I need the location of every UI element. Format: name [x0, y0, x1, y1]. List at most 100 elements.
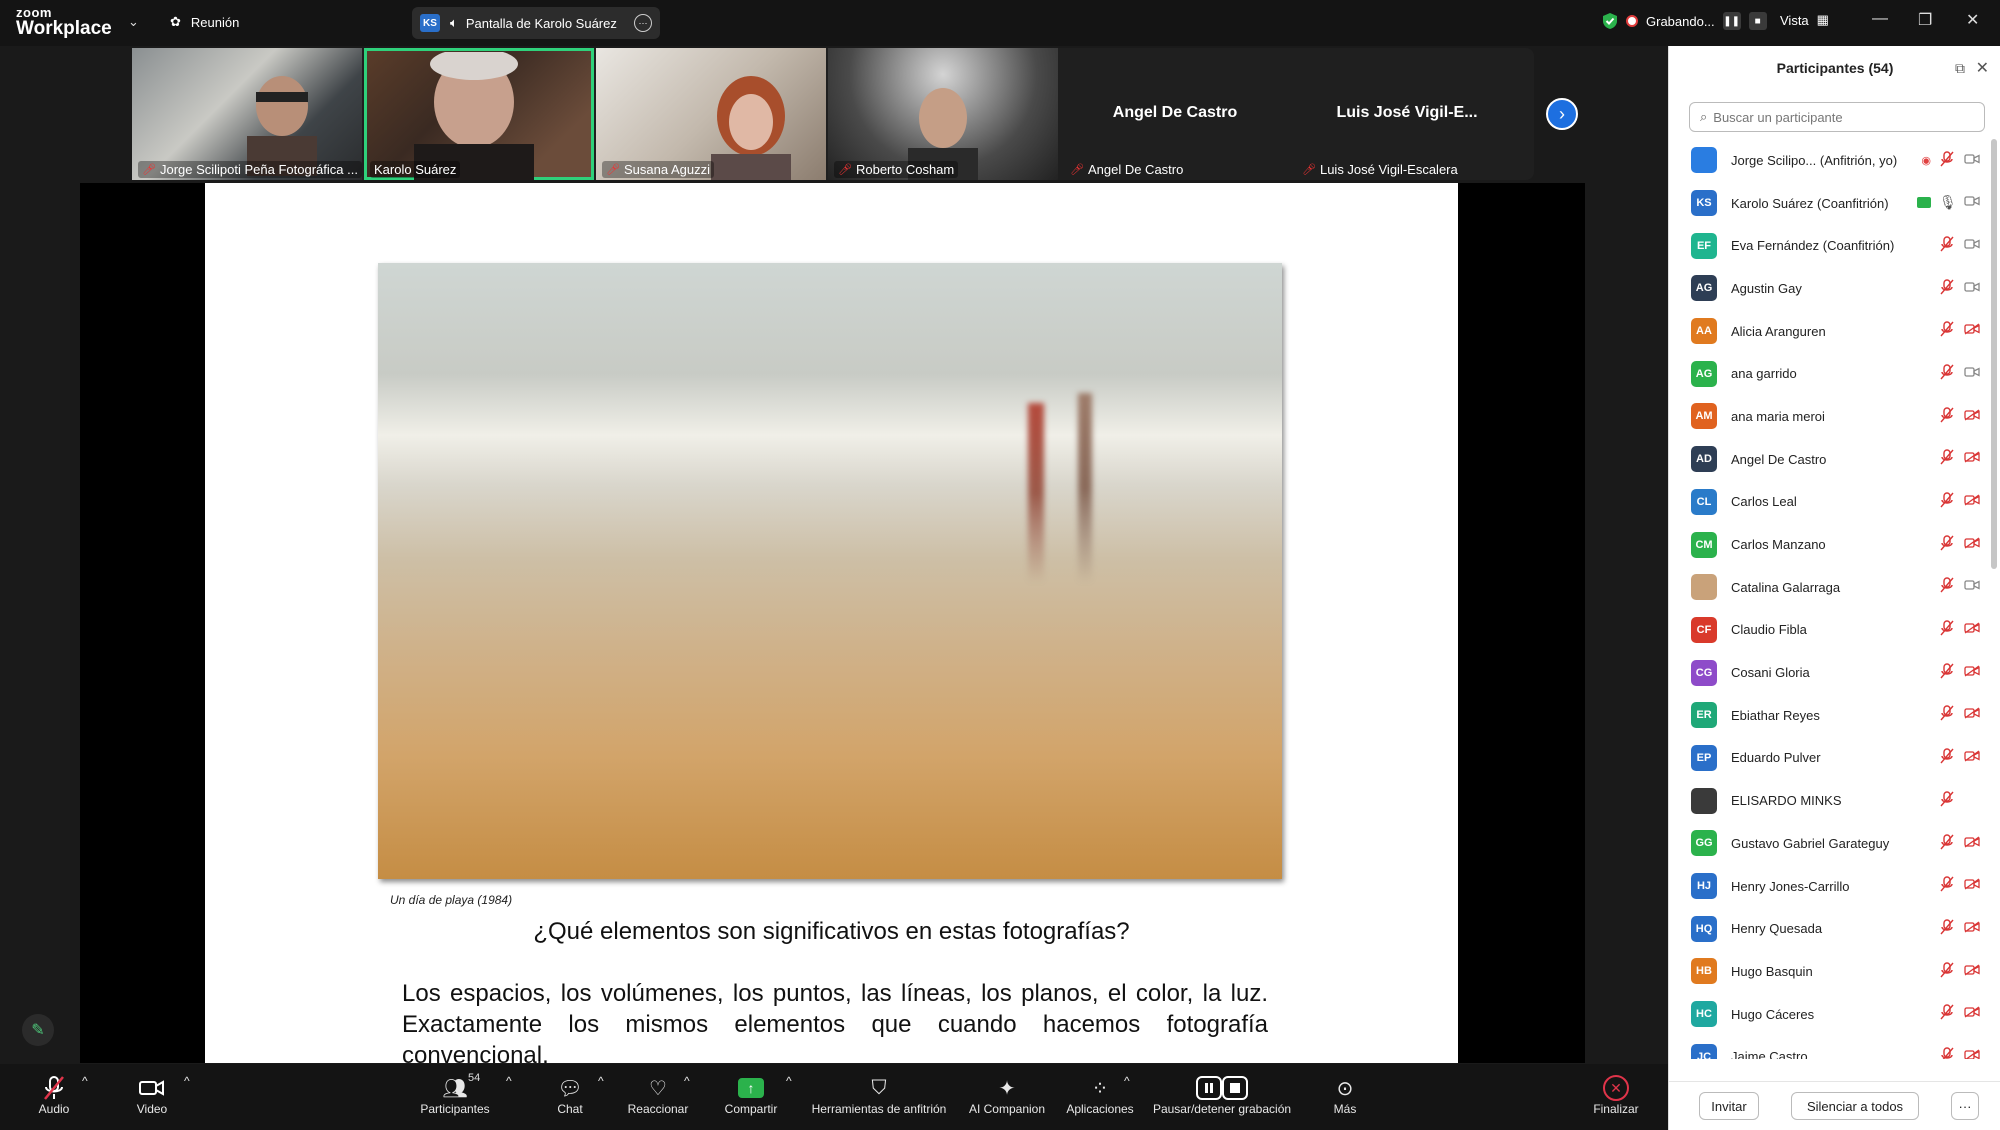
stop-recording-icon[interactable]: ■	[1748, 12, 1767, 30]
mic-muted-icon[interactable]	[1939, 833, 1955, 853]
react-caret-icon[interactable]: ^	[684, 1074, 690, 1088]
mic-muted-icon[interactable]	[1939, 406, 1955, 426]
video-tile-2-active-speaker[interactable]: Karolo Suárez	[364, 48, 594, 180]
video-tile-5[interactable]: Angel De Castro 🎤︎ Angel De Castro	[1060, 48, 1290, 180]
view-menu[interactable]: Vista ▦	[1780, 12, 1829, 28]
mic-muted-icon[interactable]	[1939, 577, 1955, 596]
video-button[interactable]: Video	[130, 1074, 174, 1116]
mic-muted-icon[interactable]	[1939, 364, 1955, 383]
more-options-icon[interactable]: ···	[634, 14, 652, 32]
screen-share-indicator[interactable]: KS 🔈︎ Pantalla de Karolo Suárez ···	[412, 7, 660, 39]
camera-on-icon[interactable]	[1963, 579, 1981, 594]
participant-row[interactable]: HJ Henry Jones-Carrillo	[1669, 865, 1981, 908]
mic-muted-icon[interactable]	[1939, 1004, 1955, 1023]
chevron-down-icon[interactable]: ⌄	[128, 14, 139, 30]
video-tile-4[interactable]: 🎤︎ Roberto Cosham	[828, 48, 1058, 180]
participant-row[interactable]: ER Ebiathar Reyes	[1669, 694, 1981, 737]
audio-options-caret-icon[interactable]: ^	[82, 1074, 88, 1088]
mic-muted-icon[interactable]	[1939, 321, 1955, 340]
react-button[interactable]: ♡ Reaccionar	[624, 1074, 692, 1117]
next-page-icon[interactable]: ›	[1546, 98, 1578, 130]
camera-on-icon[interactable]	[1963, 281, 1981, 296]
mic-on-icon[interactable]: 🎙︎	[1939, 194, 1957, 211]
participant-row[interactable]: CM Carlos Manzano	[1669, 523, 1981, 566]
camera-off-icon[interactable]	[1963, 750, 1981, 765]
camera-off-icon[interactable]	[1963, 1006, 1981, 1021]
pop-out-icon[interactable]: ⧉	[1955, 60, 1965, 77]
camera-on-icon[interactable]	[1963, 153, 1981, 168]
participant-row[interactable]: KS Karolo Suárez (Coanfitrión) 🎙︎	[1669, 182, 1981, 225]
camera-off-icon[interactable]	[1963, 835, 1981, 851]
chat-button[interactable]: 💬︎ Chat	[550, 1074, 590, 1117]
participant-row[interactable]: HB Hugo Basquin	[1669, 950, 1981, 993]
camera-off-icon[interactable]	[1963, 451, 1981, 466]
restore-icon[interactable]: ❐	[1918, 10, 1932, 30]
camera-off-icon[interactable]	[1963, 921, 1981, 936]
camera-off-icon[interactable]	[1963, 622, 1981, 637]
mic-muted-icon[interactable]	[1939, 791, 1955, 810]
camera-off-icon[interactable]	[1963, 494, 1981, 509]
participants-button[interactable]: 👥︎ 54 Participantes	[410, 1072, 500, 1116]
participant-row[interactable]: EP Eduardo Pulver	[1669, 737, 1981, 780]
participant-row[interactable]: AM ana maria meroi	[1669, 395, 1981, 438]
meeting-info[interactable]: ✿ Reunión	[170, 14, 239, 30]
more-options-button[interactable]: ···	[1951, 1092, 1979, 1120]
zoom-workplace-logo[interactable]: zoom Workplace	[16, 6, 112, 38]
pause-stop-recording-button[interactable]: Pausar/detener grabación	[1148, 1074, 1296, 1116]
camera-on-icon[interactable]	[1963, 238, 1981, 253]
camera-off-icon[interactable]	[1963, 537, 1981, 552]
share-caret-icon[interactable]: ^	[786, 1074, 792, 1088]
participant-row[interactable]: ELISARDO MINKS	[1669, 779, 1981, 822]
participant-row[interactable]: HC Hugo Cáceres	[1669, 993, 1981, 1036]
participant-row[interactable]: GG Gustavo Gabriel Garateguy	[1669, 822, 1981, 865]
camera-off-icon[interactable]	[1963, 707, 1981, 722]
ai-companion-button[interactable]: ✦ AI Companion	[964, 1074, 1050, 1117]
camera-off-icon[interactable]	[1963, 665, 1981, 680]
mic-muted-icon[interactable]	[1939, 705, 1955, 724]
participant-row[interactable]: Jorge Scilipo... (Anfitrión, yo) ◉	[1669, 139, 1981, 182]
camera-on-icon[interactable]	[1963, 366, 1981, 381]
mic-muted-icon[interactable]	[1939, 961, 1955, 981]
audio-button[interactable]: Audio	[34, 1074, 74, 1116]
video-tile-1[interactable]: 🎤︎ Jorge Scilipoti Peña Fotográfica ...	[132, 48, 362, 180]
participants-caret-icon[interactable]: ^	[506, 1074, 512, 1088]
participant-row[interactable]: JC Jaime Castro	[1669, 1035, 1981, 1059]
share-screen-button[interactable]: ↑ Compartir	[718, 1074, 784, 1116]
pause-recording-icon[interactable]: ❚❚	[1722, 12, 1741, 30]
mic-muted-icon[interactable]	[1939, 748, 1955, 767]
camera-on-icon[interactable]	[1963, 195, 1981, 210]
participant-row[interactable]: CL Carlos Leal	[1669, 481, 1981, 524]
video-tile-6[interactable]: Luis José Vigil-E... 🎤︎ Luis José Vigil-E…	[1292, 48, 1522, 180]
close-panel-icon[interactable]: ✕	[1976, 58, 1989, 78]
participant-row[interactable]: CG Cosani Gloria	[1669, 651, 1981, 694]
mic-muted-icon[interactable]	[1939, 663, 1955, 682]
camera-off-icon[interactable]	[1963, 964, 1981, 979]
mic-muted-icon[interactable]	[1939, 236, 1955, 255]
host-tools-button[interactable]: ⛉ Herramientas de anfitrión	[808, 1074, 950, 1117]
mic-muted-icon[interactable]	[1939, 620, 1955, 639]
minimize-icon[interactable]: —	[1872, 10, 1888, 28]
camera-off-icon[interactable]	[1963, 409, 1981, 424]
mic-muted-icon[interactable]	[1939, 876, 1955, 895]
participant-row[interactable]: Catalina Galarraga	[1669, 566, 1981, 609]
video-options-caret-icon[interactable]: ^	[184, 1074, 190, 1088]
mute-all-button[interactable]: Silenciar a todos	[1791, 1092, 1919, 1120]
more-button[interactable]: ⊙ Más	[1326, 1074, 1364, 1117]
participant-search-input[interactable]: ⌕ Buscar un participante	[1689, 102, 1985, 132]
video-tile-3[interactable]: 🎤︎ Susana Aguzzi	[596, 48, 826, 180]
mic-muted-icon[interactable]	[1939, 1047, 1955, 1059]
participant-row[interactable]: CF Claudio Fibla	[1669, 609, 1981, 652]
camera-off-icon[interactable]	[1963, 323, 1981, 338]
invite-button[interactable]: Invitar	[1699, 1092, 1759, 1120]
mic-muted-icon[interactable]	[1939, 150, 1955, 170]
mic-muted-icon[interactable]	[1939, 449, 1955, 468]
participant-row[interactable]: EF Eva Fernández (Coanfitrión)	[1669, 224, 1981, 267]
camera-off-icon[interactable]	[1963, 1049, 1981, 1059]
apps-caret-icon[interactable]: ^	[1124, 1074, 1130, 1088]
mic-muted-icon[interactable]	[1939, 919, 1955, 938]
participant-row[interactable]: AA Alicia Aranguren	[1669, 310, 1981, 353]
mic-muted-icon[interactable]	[1939, 278, 1955, 298]
annotate-pencil-icon[interactable]: ✎	[22, 1014, 54, 1046]
chat-caret-icon[interactable]: ^	[598, 1074, 604, 1088]
mic-muted-icon[interactable]	[1939, 534, 1955, 554]
